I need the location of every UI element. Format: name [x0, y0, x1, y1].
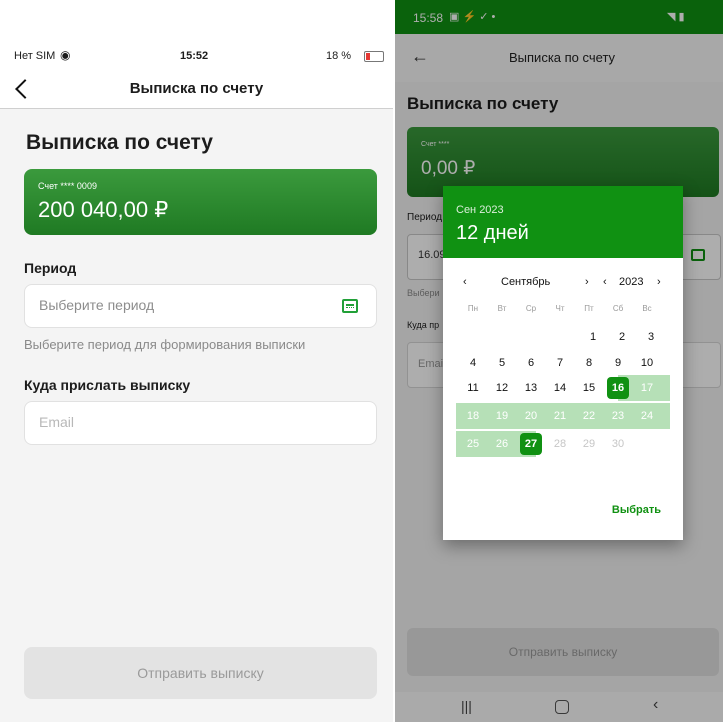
day-cell[interactable]: 18 [462, 405, 484, 427]
day-cell: 30 [611, 438, 625, 450]
battery-icon [364, 51, 384, 62]
date-range-dialog: Сен 2023 12 дней ‹ Сентябрь › ‹ 2023 › П… [443, 186, 683, 540]
battery-text: 18 % [326, 50, 352, 62]
weekday-label: Вс [642, 304, 652, 313]
day-cell[interactable]: 19 [491, 405, 513, 427]
day-cell[interactable]: 23 [607, 405, 629, 427]
day-cell[interactable]: 24 [636, 405, 658, 427]
wifi-icon: ◉ [60, 48, 71, 62]
next-year-icon[interactable]: › [657, 276, 661, 288]
account-card[interactable]: Счет **** 0009 200 040,00 ₽ [24, 169, 377, 235]
page-title: Выписка по счету [26, 131, 213, 154]
day-cell[interactable]: 3 [640, 326, 662, 348]
email-placeholder: Email [39, 414, 75, 430]
day-cell[interactable]: 4 [462, 352, 484, 374]
prev-year-icon[interactable]: ‹ [603, 276, 607, 288]
ios-screen: Нет SIM ◉ 15:52 18 % Выписка по счету Вы… [0, 0, 393, 722]
day-cell[interactable]: 11 [462, 377, 484, 399]
prev-month-icon[interactable]: ‹ [463, 276, 467, 288]
nav-title: Выписка по счету [129, 80, 264, 97]
day-cell[interactable]: 8 [578, 352, 600, 374]
content: Выписка по счету Счет **** 0009 200 040,… [0, 109, 393, 722]
weekday-label: Вт [497, 304, 507, 313]
submit-button[interactable]: Отправить выписку [24, 647, 377, 699]
period-label: Период [24, 260, 77, 276]
day-cell: 29 [582, 438, 596, 450]
day-cell[interactable]: 20 [520, 405, 542, 427]
calendar-icon[interactable] [342, 299, 358, 313]
day-cell[interactable]: 26 [491, 433, 513, 455]
day-cell[interactable]: 13 [520, 377, 542, 399]
range-start-day[interactable]: 16 [607, 377, 629, 399]
month-label: Сентябрь [501, 276, 551, 288]
selected-days-count: 12 дней [456, 222, 529, 244]
day-cell[interactable]: 5 [491, 352, 513, 374]
account-balance: 200 040,00 ₽ [38, 197, 169, 222]
status-time: 15:52 [180, 50, 209, 62]
day-cell[interactable]: 17 [636, 377, 658, 399]
day-cell[interactable]: 14 [549, 377, 571, 399]
choose-button[interactable]: Выбрать [612, 504, 661, 516]
weekday-label: Чт [555, 304, 565, 313]
range-end-day[interactable]: 27 [520, 433, 542, 455]
next-month-icon[interactable]: › [585, 276, 589, 288]
day-cell[interactable]: 15 [578, 377, 600, 399]
day-cell[interactable]: 6 [520, 352, 542, 374]
account-number: Счет **** 0009 [38, 181, 97, 191]
day-cell[interactable]: 9 [607, 352, 629, 374]
selected-month: Сен 2023 [456, 204, 504, 216]
weekday-label: Пт [584, 304, 594, 313]
day-cell[interactable]: 21 [549, 405, 571, 427]
email-field[interactable]: Email [24, 401, 377, 445]
weekday-label: Ср [525, 304, 537, 313]
day-cell[interactable]: 12 [491, 377, 513, 399]
carrier-text: Нет SIM [14, 50, 56, 62]
send-label: Куда прислать выписку [24, 377, 191, 393]
day-cell: 28 [553, 438, 567, 450]
year-label: 2023 [619, 276, 644, 288]
nav-bar: Выписка по счету [0, 72, 393, 109]
weekday-label: Сб [612, 304, 624, 313]
period-placeholder: Выберите период [39, 297, 155, 313]
day-cell[interactable]: 2 [611, 326, 633, 348]
day-cell[interactable]: 7 [549, 352, 571, 374]
day-cell[interactable]: 25 [462, 433, 484, 455]
weekday-label: Пн [467, 304, 479, 313]
period-field[interactable]: Выберите период [24, 284, 377, 328]
status-bar: Нет SIM ◉ 15:52 18 % [0, 48, 393, 68]
period-hint: Выберите период для формирования выписки [24, 337, 306, 352]
day-cell[interactable]: 1 [582, 326, 604, 348]
day-cell[interactable]: 10 [636, 352, 658, 374]
android-screen: 15:58 ▣ ⚡ ✓ • ◥ ▮ ← Выписка по счету Вып… [395, 0, 723, 722]
dialog-header: Сен 2023 12 дней [443, 186, 683, 258]
day-cell[interactable]: 22 [578, 405, 600, 427]
